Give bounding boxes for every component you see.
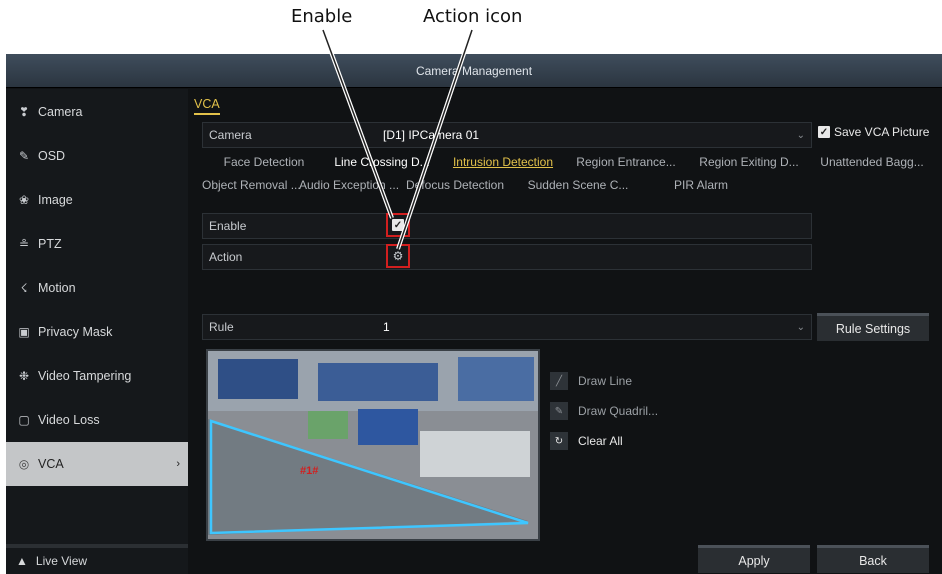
tab-pir-alarm[interactable]: PIR Alarm bbox=[642, 178, 760, 192]
sidebar-item-image[interactable]: ❀ Image bbox=[6, 178, 188, 222]
camera-management-window: Camera Management ❣ Camera ✎ OSD ❀ Image ≗ PTZ ☇… bbox=[6, 54, 942, 574]
draw-quadrilateral-label: Draw Quadril... bbox=[578, 404, 659, 418]
draw-line-icon: ╱ bbox=[550, 372, 568, 390]
sidebar-item-label: Image bbox=[38, 193, 73, 207]
action-gear-button[interactable]: ⚙ bbox=[386, 244, 410, 268]
sidebar-item-video-loss[interactable]: ▢ Video Loss bbox=[6, 398, 188, 442]
action-row: Action bbox=[202, 244, 812, 270]
detection-tabs-row-2: Object Removal ... Audio Exception ... Def… bbox=[202, 178, 765, 192]
camera-icon: ❣ bbox=[18, 105, 30, 119]
container-right bbox=[458, 357, 534, 401]
region-label: #1# bbox=[300, 465, 318, 477]
tab-sudden-scene-c[interactable]: Sudden Scene C... bbox=[519, 178, 637, 192]
sidebar-item-label: OSD bbox=[38, 149, 66, 163]
detection-tabs-row-1: Face Detection Line Crossing D... Intrusio… bbox=[208, 155, 936, 169]
equipment-row bbox=[420, 431, 530, 477]
camera-preview[interactable]: #1# bbox=[206, 349, 540, 541]
tab-vca[interactable]: VCA bbox=[194, 97, 220, 115]
video-loss-icon: ▢ bbox=[18, 413, 30, 427]
motion-icon: ☇ bbox=[20, 281, 28, 295]
enable-checkbox[interactable]: ✓ bbox=[386, 213, 410, 237]
clear-all-button[interactable]: ↻ Clear All bbox=[550, 432, 623, 450]
rule-select[interactable]: Rule 1 ⌄ bbox=[202, 314, 812, 340]
sidebar-item-vca[interactable]: ◎ VCA › bbox=[6, 442, 188, 486]
draw-line-label: Draw Line bbox=[578, 374, 633, 388]
sidebar-item-label: Video Loss bbox=[38, 413, 100, 427]
checkbox-checked-icon: ✓ bbox=[392, 219, 404, 231]
draw-line-button[interactable]: ╱ Draw Line bbox=[550, 372, 632, 390]
sidebar-item-label: Motion bbox=[38, 281, 76, 295]
truck-left bbox=[218, 359, 298, 399]
sidebar-item-privacy-mask[interactable]: ▣ Privacy Mask bbox=[6, 310, 188, 354]
sidebar-item-osd[interactable]: ✎ OSD bbox=[6, 134, 188, 178]
live-view-label: Live View bbox=[35, 554, 88, 568]
save-vca-picture-label: Save VCA Picture bbox=[834, 125, 930, 139]
clear-all-icon: ↻ bbox=[550, 432, 568, 450]
sidebar-item-ptz[interactable]: ≗ PTZ bbox=[6, 222, 188, 266]
rule-label: Rule bbox=[209, 320, 234, 334]
tab-face-detection[interactable]: Face Detection bbox=[208, 155, 320, 169]
tab-object-removal[interactable]: Object Removal ... bbox=[202, 178, 301, 192]
osd-icon: ✎ bbox=[18, 149, 30, 163]
sidebar-item-motion[interactable]: ☇ Motion bbox=[6, 266, 188, 310]
home-icon: ▲ bbox=[16, 554, 28, 568]
green-cage bbox=[308, 411, 348, 439]
preview-scene: #1# bbox=[208, 351, 538, 539]
draw-quadrilateral-button[interactable]: ✎ Draw Quadril... bbox=[550, 402, 658, 420]
checkbox-checked-icon: ✓ bbox=[818, 126, 830, 138]
sidebar-item-camera[interactable]: ❣ Camera bbox=[6, 90, 188, 134]
tab-region-exiting-d[interactable]: Region Exiting D... bbox=[690, 155, 808, 169]
live-view-button[interactable]: ▲ Live View bbox=[6, 544, 188, 574]
tab-audio-exception[interactable]: Audio Exception ... bbox=[299, 178, 399, 192]
vca-icon: ◎ bbox=[18, 457, 30, 471]
enable-label: Enable bbox=[209, 219, 247, 233]
tab-intrusion-detection[interactable]: Intrusion Detection bbox=[444, 155, 562, 169]
camera-label: Camera bbox=[209, 128, 252, 142]
camera-select[interactable]: Camera [D1] IPCamera 01 ⌄ bbox=[202, 122, 812, 148]
callout-enable: Enable bbox=[291, 6, 353, 27]
window-title: Camera Management bbox=[6, 54, 942, 88]
privacy-mask-icon: ▣ bbox=[18, 325, 30, 339]
video-tampering-icon: ❉ bbox=[18, 369, 30, 383]
chevron-down-icon: ⌄ bbox=[796, 321, 805, 333]
tab-unattended-bagg[interactable]: Unattended Bagg... bbox=[813, 155, 931, 169]
sidebar-item-video-tampering[interactable]: ❉ Video Tampering bbox=[6, 354, 188, 398]
save-vca-picture-checkbox[interactable]: ✓ Save VCA Picture bbox=[818, 125, 929, 139]
draw-quadrilateral-icon: ✎ bbox=[550, 402, 568, 420]
sidebar-item-label: Camera bbox=[38, 105, 83, 119]
tab-region-entrance[interactable]: Region Entrance... bbox=[567, 155, 685, 169]
camera-value: [D1] IPCamera 01 bbox=[383, 128, 480, 142]
truck-center bbox=[358, 409, 418, 445]
sidebar: ❣ Camera ✎ OSD ❀ Image ≗ PTZ ☇ Motion ▣ Privacy Mas… bbox=[6, 89, 188, 574]
gear-icon: ⚙ bbox=[392, 249, 404, 263]
clear-all-label: Clear All bbox=[578, 434, 623, 448]
back-button[interactable]: Back bbox=[817, 545, 929, 573]
rule-value: 1 bbox=[383, 320, 390, 334]
enable-row: Enable bbox=[202, 213, 812, 239]
chevron-right-icon: › bbox=[176, 458, 180, 470]
chevron-down-icon: ⌄ bbox=[796, 129, 805, 141]
tab-defocus-detection[interactable]: Defocus Detection bbox=[396, 178, 514, 192]
screenshot: Enable Action icon Camera Management ❣ Ca… bbox=[0, 0, 942, 574]
sidebar-item-label: Video Tampering bbox=[38, 369, 132, 383]
sidebar-item-label: Privacy Mask bbox=[38, 325, 113, 339]
callout-action-icon: Action icon bbox=[423, 6, 523, 27]
sidebar-item-label: VCA bbox=[38, 457, 64, 471]
rule-settings-button[interactable]: Rule Settings bbox=[817, 313, 929, 341]
vca-panel: VCA Camera [D1] IPCamera 01 ⌄ ✓ Save VCA… bbox=[188, 89, 942, 574]
ptz-icon: ≗ bbox=[18, 237, 30, 251]
image-icon: ❀ bbox=[18, 193, 30, 207]
tab-line-crossing-d[interactable]: Line Crossing D... bbox=[325, 155, 439, 169]
container-stack bbox=[318, 363, 438, 401]
apply-button[interactable]: Apply bbox=[698, 545, 810, 573]
sidebar-item-label: PTZ bbox=[38, 237, 62, 251]
action-label: Action bbox=[209, 250, 243, 264]
